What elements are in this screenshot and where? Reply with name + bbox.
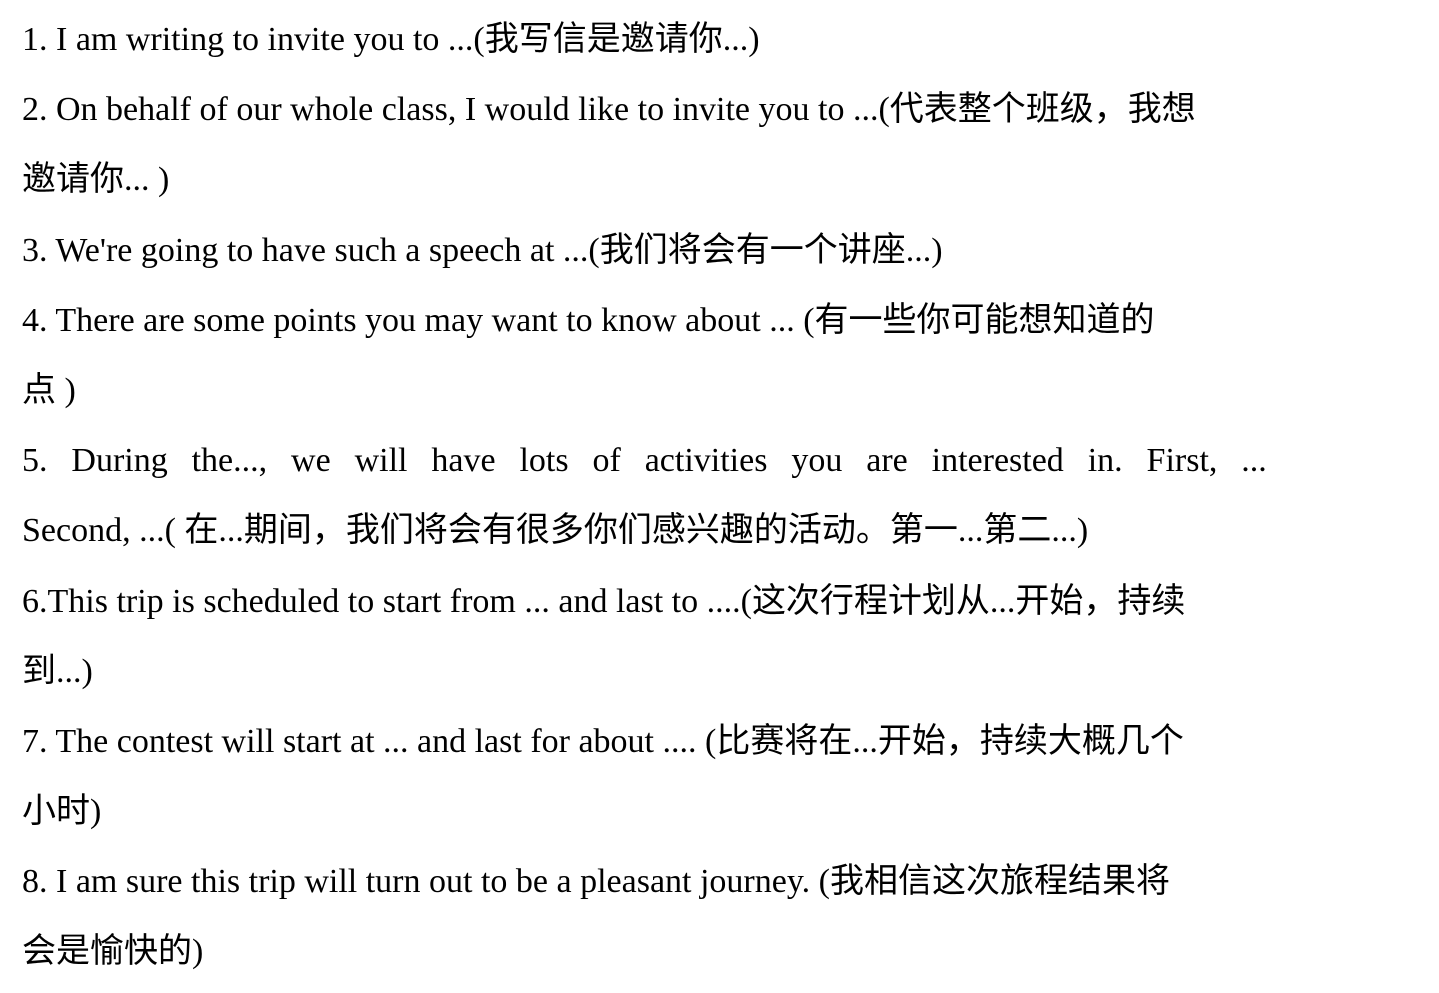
phrase-list: 1. I am writing to invite you to ...(我写信… (22, 5, 1267, 988)
item-1-line-1: 1. I am writing to invite you to ...(我写信… (22, 21, 760, 58)
item-7-line-1: 7. The contest will start at ... and las… (22, 722, 1184, 760)
item-4-line-1: 4. There are some points you may want to… (22, 301, 1155, 339)
word: are (866, 442, 908, 480)
item-6-line-2: 到...) (22, 652, 93, 690)
item-4-line-2: 点 ) (22, 371, 76, 409)
word: First, (1146, 442, 1218, 480)
word: you (791, 442, 843, 480)
item-3-line-1: 3. We're going to have such a speech at … (22, 231, 943, 269)
item-2-line-1: 2. On behalf of our whole class, I would… (22, 91, 1196, 129)
item-8-line-1: 8. I am sure this trip will turn out to … (22, 863, 1170, 901)
item-8-line-2: 会是愉快的) (22, 933, 204, 971)
word: in. (1087, 442, 1123, 480)
word: interested (931, 442, 1064, 480)
word: activities (644, 442, 768, 480)
word: of (592, 442, 621, 480)
word: During (71, 442, 168, 480)
word: we (291, 442, 331, 480)
word: the..., (191, 442, 268, 480)
word: 5. (22, 442, 48, 480)
item-6-line-1: 6.This trip is scheduled to start from .… (22, 582, 1186, 620)
word: lots (519, 442, 569, 480)
item-5-line-1: 5. During the..., we will have lots of activitie… (22, 426, 1267, 496)
item-2-line-2: 邀请你... ) (22, 161, 170, 199)
word: ... (1241, 442, 1267, 480)
item-5-line-2: Second, ...( 在...期间，我们将会有很多你们感兴趣的活动。第一..… (22, 512, 1089, 550)
word: will (354, 442, 408, 480)
item-7-line-2: 小时) (22, 793, 102, 831)
word: have (431, 442, 496, 480)
